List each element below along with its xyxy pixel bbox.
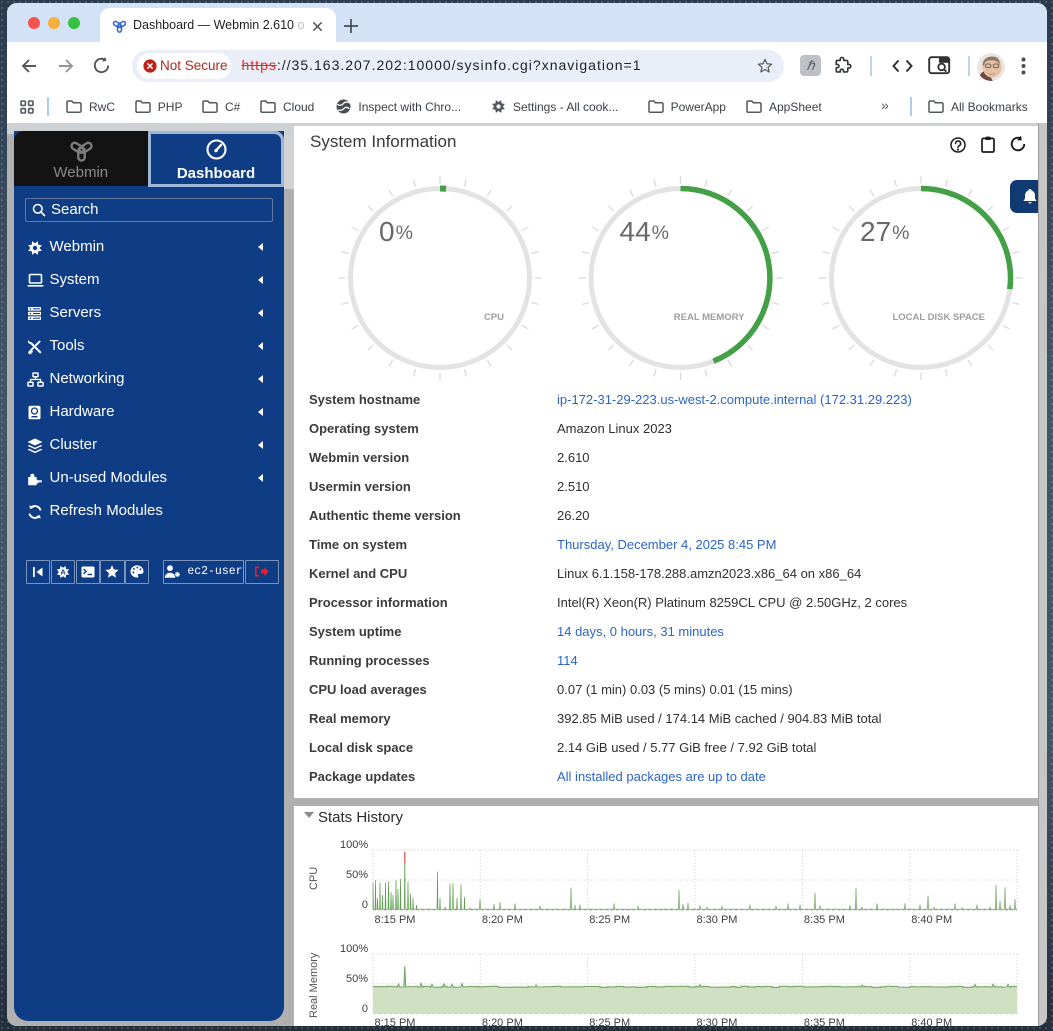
svg-text:A: A — [60, 567, 66, 576]
